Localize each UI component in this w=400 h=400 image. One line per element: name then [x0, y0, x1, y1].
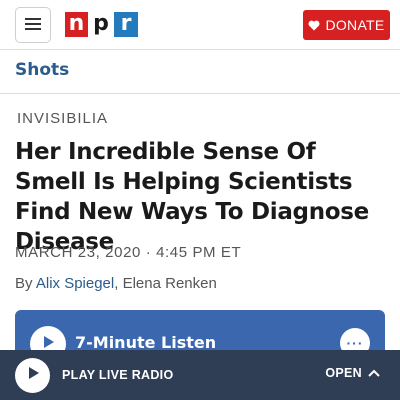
article-kicker[interactable]: INVISIBILIA — [17, 110, 108, 127]
live-radio-bar: PLAY LIVE RADIO OPEN — [0, 350, 400, 400]
heart-icon — [308, 20, 320, 31]
live-radio-label[interactable]: PLAY LIVE RADIO — [62, 368, 173, 382]
chevron-up-icon — [368, 369, 380, 377]
live-radio-play-button[interactable] — [15, 358, 50, 393]
article-dateline: MARCH 23, 2020 · 4:45 PM ET — [15, 244, 242, 261]
section-bar: Shots — [0, 50, 400, 94]
site-header: n p r DONATE — [0, 0, 400, 50]
open-label: OPEN — [325, 366, 362, 380]
author-name: Elena Renken — [122, 275, 217, 292]
article-headline: Her Incredible Sense Of Smell Is Helping… — [15, 139, 369, 255]
donate-label: DONATE — [325, 17, 385, 33]
logo-letter-r: r — [114, 11, 138, 37]
article-byline: By Alix Spiegel, Elena Renken — [15, 275, 217, 292]
author-link[interactable]: Alix Spiegel — [36, 275, 114, 292]
logo-letter-n: n — [65, 11, 88, 37]
menu-button[interactable] — [15, 7, 51, 43]
open-player-button[interactable]: OPEN — [325, 366, 380, 380]
logo-letter-p: p — [89, 11, 113, 37]
hamburger-menu-icon — [25, 17, 41, 33]
npr-logo[interactable]: n p r — [65, 11, 138, 37]
section-link-shots[interactable]: Shots — [15, 60, 69, 80]
byline-separator: , — [114, 275, 123, 292]
donate-button[interactable]: DONATE — [303, 10, 390, 40]
play-icon — [25, 365, 41, 386]
byline-prefix: By — [15, 275, 36, 292]
more-options-icon: ··· — [346, 335, 364, 351]
